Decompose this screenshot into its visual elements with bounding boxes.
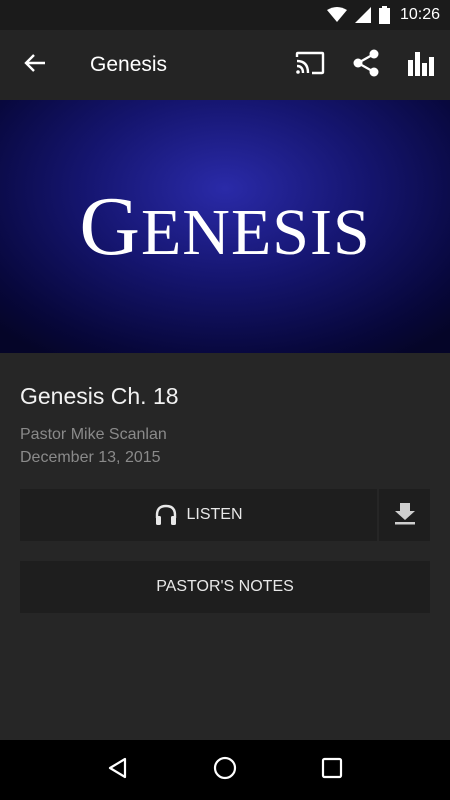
signal-icon: [354, 7, 371, 23]
listen-button[interactable]: LISTEN: [20, 489, 377, 541]
share-icon: [351, 48, 381, 83]
status-time: 10:26: [399, 6, 440, 23]
app-bar: Genesis: [0, 30, 450, 100]
wifi-icon: [326, 7, 347, 23]
download-icon: [393, 501, 417, 530]
sermon-title: Genesis Ch. 18: [20, 383, 179, 409]
pastors-notes-button[interactable]: PASTOR'S NOTES: [20, 561, 430, 613]
sermon-date: December 13, 2015: [20, 449, 161, 466]
nav-back-button[interactable]: [88, 740, 148, 800]
system-nav-bar: [0, 740, 450, 800]
listen-label: LISTEN: [186, 506, 243, 523]
listen-row: LISTEN: [20, 489, 430, 541]
triangle-back-icon: [106, 756, 130, 785]
square-recents-icon: [320, 756, 344, 785]
page-title: Genesis: [90, 53, 168, 76]
sermon-info: Genesis Ch. 18 Pastor Mike Scanlan Decem…: [20, 353, 430, 467]
download-button[interactable]: [379, 489, 430, 541]
arrow-back-icon: [24, 52, 46, 79]
battery-icon: [378, 6, 390, 24]
cast-button[interactable]: [282, 30, 338, 100]
status-bar: 10:26: [0, 0, 450, 30]
bar-chart-icon: [407, 50, 437, 81]
cast-icon: [295, 51, 325, 80]
share-button[interactable]: [338, 30, 394, 100]
stats-button[interactable]: [394, 30, 450, 100]
artwork-title: GENESIS: [79, 179, 371, 273]
sermon-speaker: Pastor Mike Scanlan: [20, 426, 167, 443]
nav-recents-button[interactable]: [302, 740, 362, 800]
pastors-notes-label: PASTOR'S NOTES: [156, 578, 294, 595]
back-button[interactable]: [0, 30, 70, 100]
nav-home-button[interactable]: [195, 740, 255, 800]
circle-home-icon: [212, 755, 238, 786]
headphones-icon: [154, 504, 178, 526]
sermon-artwork: GENESIS: [0, 100, 450, 353]
